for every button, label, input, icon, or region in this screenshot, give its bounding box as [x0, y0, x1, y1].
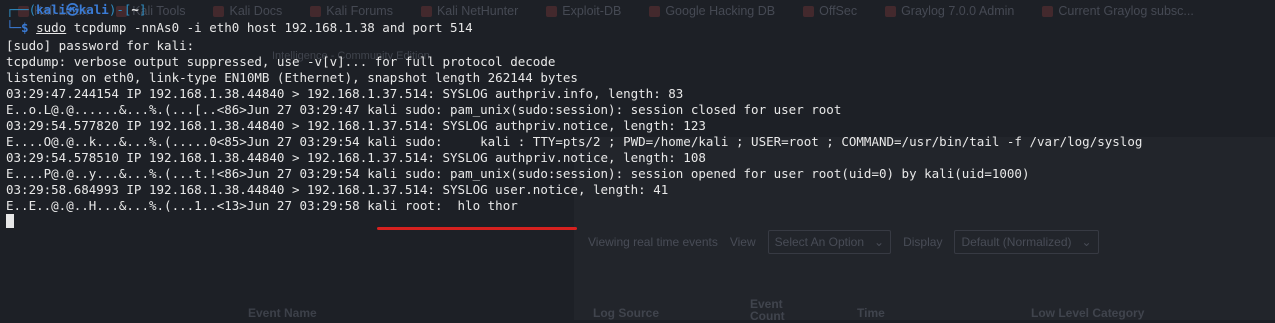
view-label: View [729, 235, 756, 249]
output-line: E....P@.@..y...&...%.(...t.!<86>Jun 27 0… [6, 166, 1030, 181]
prompt-line: ┌──(kali㉿kali)-[~] [6, 2, 147, 17]
background-controls: Viewing real time events View Select An … [588, 230, 1099, 254]
column-header: Event Name [248, 306, 317, 320]
prompt-dollar: └─$ [6, 20, 37, 35]
output-line: 03:29:47.244154 IP 192.168.1.38.44840 > … [6, 86, 684, 101]
chevron-down-icon: ⌄ [1081, 235, 1092, 249]
background-table-header: Event Name Log Source Event Count Time L… [0, 296, 1275, 323]
red-underline-annotation [377, 227, 577, 230]
command-sudo: sudo [36, 20, 67, 35]
cursor-line [6, 214, 1271, 230]
terminal-output[interactable]: ┌──(kali㉿kali)-[~] └─$ sudo tcpdump -nnA… [6, 0, 1271, 228]
column-header: Log Source [593, 306, 660, 320]
prompt-path: ~ [131, 2, 139, 17]
output-line: [sudo] password for kali: [6, 38, 195, 53]
output-line: tcpdump: verbose output suppressed, use … [6, 54, 556, 69]
command-text: tcpdump -nnAs0 -i eth0 host 192.168.1.38… [66, 20, 473, 35]
output-line: E....O@.@..k...&...%.(.....0<85>Jun 27 0… [6, 134, 1143, 149]
chevron-down-icon: ⌄ [874, 235, 885, 249]
output-line: 03:29:58.684993 IP 192.168.1.38.44840 > … [6, 182, 669, 197]
view-select: Select An Option ⌄ [767, 230, 892, 254]
display-select: Default (Normalized) ⌄ [954, 230, 1099, 254]
output-line: 03:29:54.577820 IP 192.168.1.38.44840 > … [6, 118, 706, 133]
column-header: Time [857, 306, 885, 320]
prompt-user: kali㉿kali [36, 2, 109, 17]
column-header: Event Count [750, 297, 785, 323]
output-line: listening on eth0, link-type EN10MB (Eth… [6, 70, 578, 85]
output-line: 03:29:54.578510 IP 192.168.1.38.44840 > … [6, 150, 706, 165]
command-line: └─$ sudo tcpdump -nnAs0 -i eth0 host 192… [6, 20, 1271, 36]
output-line: E..E..@.@..H...&...%.(...1..<13>Jun 27 0… [6, 198, 518, 213]
output-line: E..o.L@.@......&...%.(...[..<86>Jun 27 0… [6, 102, 842, 117]
column-header: Low Level Category [1031, 306, 1145, 320]
cursor [6, 214, 14, 228]
display-label: Display [903, 235, 943, 249]
viewing-label: Viewing real time events [588, 235, 718, 249]
